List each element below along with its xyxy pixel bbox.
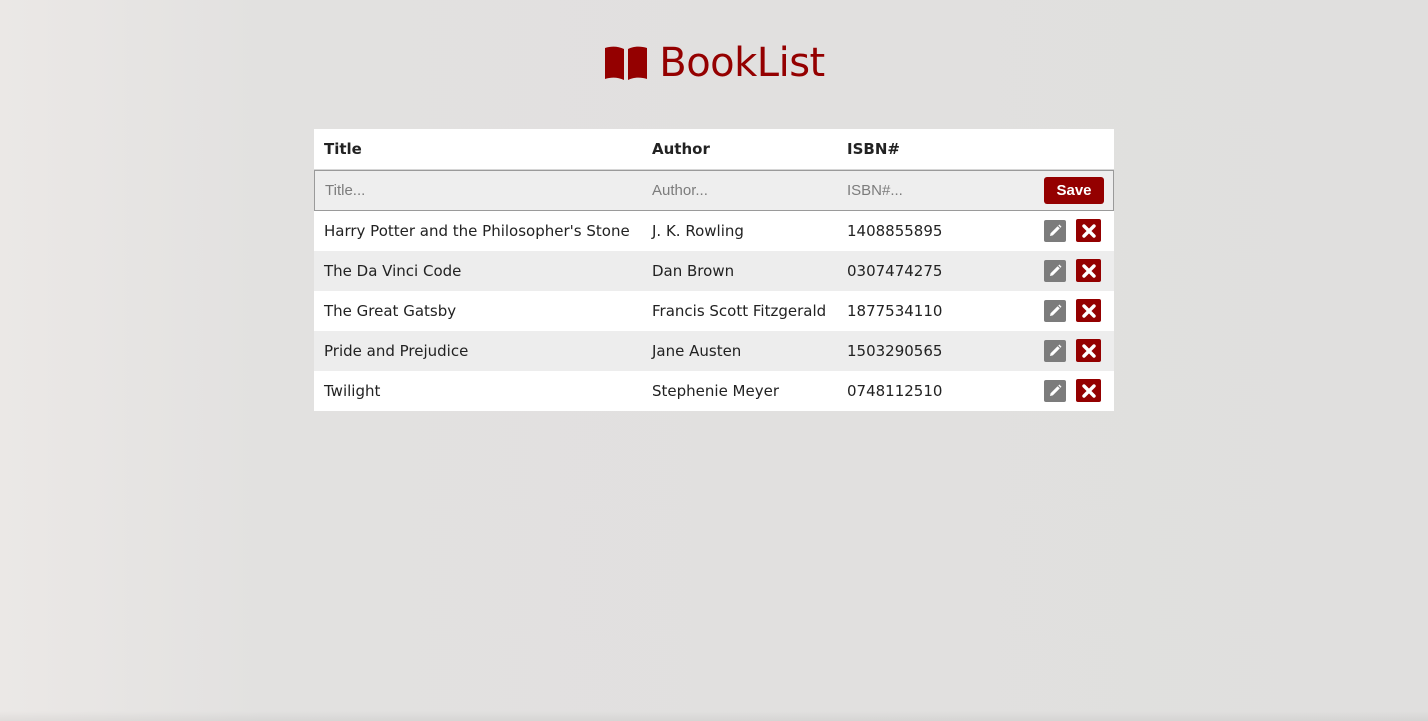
book-title-cell: Harry Potter and the Philosopher's Stone	[324, 222, 630, 240]
column-header-title: Title	[324, 140, 362, 158]
delete-button[interactable]	[1076, 299, 1101, 322]
book-title-cell: The Great Gatsby	[324, 302, 457, 320]
delete-button[interactable]	[1076, 259, 1101, 282]
edit-button[interactable]	[1044, 220, 1066, 242]
edit-button[interactable]	[1044, 300, 1066, 322]
pencil-icon	[1050, 264, 1062, 276]
delete-button[interactable]	[1076, 219, 1101, 242]
app-title: BookList	[659, 40, 825, 86]
table-row: Pride and Prejudice Jane Austen 1503290565	[314, 331, 1114, 371]
pencil-icon	[1050, 304, 1062, 316]
close-icon	[1081, 303, 1096, 318]
close-icon	[1081, 343, 1096, 358]
pencil-icon	[1050, 384, 1062, 396]
table-row: The Great Gatsby Francis Scott Fitzgerald…	[314, 291, 1114, 331]
title-input[interactable]	[325, 178, 625, 203]
close-icon	[1081, 263, 1096, 278]
add-book-form: Save	[314, 170, 1114, 211]
close-icon	[1081, 223, 1096, 238]
book-title-cell: The Da Vinci Code	[324, 262, 462, 280]
table-row: The Da Vinci Code Dan Brown 0307474275	[314, 251, 1114, 291]
table-row: Twilight Stephenie Meyer 0748112510	[314, 371, 1114, 411]
app-header: BookList	[0, 38, 1428, 88]
book-isbn-cell: 1408855895	[847, 222, 943, 240]
pencil-icon	[1050, 344, 1062, 356]
book-isbn-cell: 1503290565	[847, 342, 943, 360]
book-author-cell: Dan Brown	[652, 262, 735, 280]
book-isbn-cell: 0748112510	[847, 382, 943, 400]
book-title-cell: Twilight	[324, 382, 381, 400]
book-isbn-cell: 0307474275	[847, 262, 943, 280]
book-title-cell: Pride and Prejudice	[324, 342, 469, 360]
book-author-cell: J. K. Rowling	[652, 222, 744, 240]
delete-button[interactable]	[1076, 379, 1101, 402]
edit-button[interactable]	[1044, 340, 1066, 362]
close-icon	[1081, 383, 1096, 398]
isbn-input[interactable]	[847, 178, 1007, 203]
book-isbn-cell: 1877534110	[847, 302, 943, 320]
table-header-row: Title Author ISBN#	[314, 129, 1114, 170]
save-button[interactable]: Save	[1044, 177, 1104, 204]
open-book-icon	[605, 46, 648, 80]
pencil-icon	[1050, 224, 1062, 236]
edit-button[interactable]	[1044, 260, 1066, 282]
delete-button[interactable]	[1076, 339, 1101, 362]
edit-button[interactable]	[1044, 380, 1066, 402]
book-author-cell: Stephenie Meyer	[652, 382, 780, 400]
book-table: Title Author ISBN# Save Harry Potter and…	[314, 129, 1114, 411]
author-input[interactable]	[652, 178, 822, 203]
book-author-cell: Francis Scott Fitzgerald	[652, 302, 827, 320]
book-author-cell: Jane Austen	[652, 342, 742, 360]
book-list: Harry Potter and the Philosopher's Stone…	[314, 211, 1114, 411]
column-header-author: Author	[652, 140, 710, 158]
bottom-shade	[0, 711, 1428, 721]
column-header-isbn: ISBN#	[847, 140, 900, 158]
table-row: Harry Potter and the Philosopher's Stone…	[314, 211, 1114, 251]
